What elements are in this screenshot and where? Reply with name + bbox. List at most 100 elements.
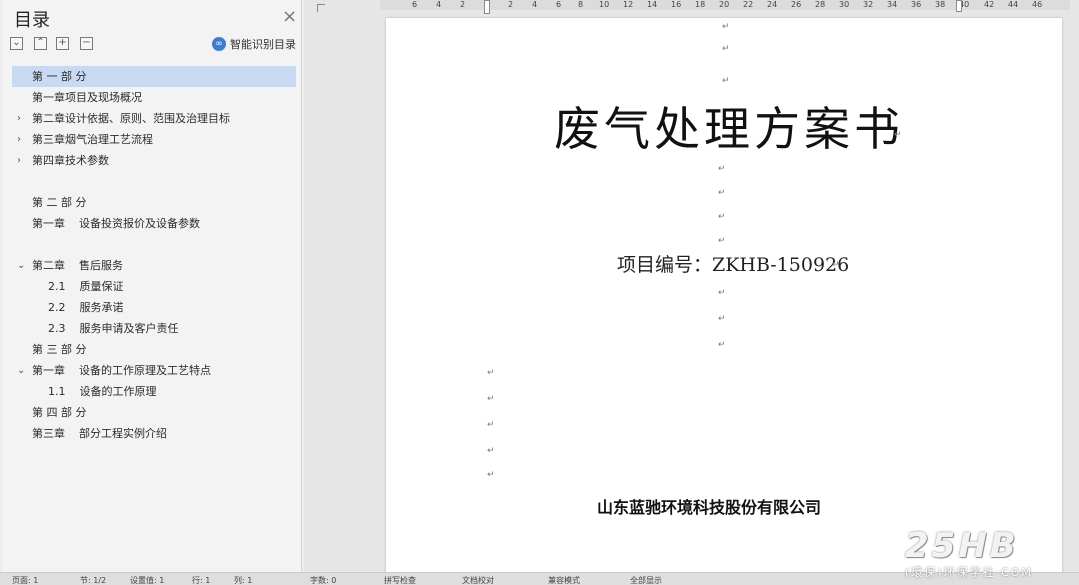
- toc-item-label: 2.2 服务承诺: [48, 301, 124, 314]
- project-number: 项目编号：ZKHB-150926: [617, 254, 850, 276]
- toc-item[interactable]: 2.2 服务承诺: [12, 297, 296, 318]
- paragraph-mark-icon: ↵: [718, 314, 726, 324]
- collapse-arrow-icon[interactable]: ⌄: [17, 360, 27, 381]
- toc-item-label: 第 二 部 分: [32, 196, 87, 209]
- toc-item[interactable]: 第一章项目及现场概况: [12, 87, 296, 108]
- expand-arrow-icon[interactable]: ›: [17, 129, 27, 150]
- ruler-label: 8: [578, 0, 584, 9]
- ruler-label: 32: [863, 0, 874, 9]
- ruler-label: 42: [984, 0, 995, 9]
- paragraph-mark-icon: ↵: [487, 446, 495, 456]
- ruler-label: 34: [887, 0, 898, 9]
- watermark-logo: 25HB: [905, 526, 1019, 566]
- ruler-label: 26: [791, 0, 802, 9]
- toc-item-label: 1.1 设备的工作原理: [48, 385, 157, 398]
- ruler-label: 24: [767, 0, 778, 9]
- ruler-label: 4: [532, 0, 538, 9]
- expand-arrow-icon[interactable]: ›: [17, 108, 27, 129]
- paragraph-mark-icon: ↵: [718, 340, 726, 350]
- ruler-label: 46: [1032, 0, 1043, 9]
- left-indent-handle[interactable]: [484, 0, 490, 14]
- paragraph-mark-icon: ↵: [722, 76, 730, 86]
- toc-item[interactable]: 2.3 服务申请及客户责任: [12, 318, 296, 339]
- document-page[interactable]: ↵ ↵ ↵ 废气处理方案书 ↵ ↵ ↵ ↵ ↵ 项目编号：ZKHB-150926…: [386, 18, 1062, 574]
- watermark-subtext: (環保)环保学社·COM: [905, 566, 1033, 579]
- toc-item-label: 第四章技术参数: [32, 154, 109, 167]
- toc-inner: 目录 × ⌄ ⌃ + − ∞ 智能识别目录 第 一 部 分 第一章项目及现场概况…: [2, 0, 302, 572]
- toc-panel: 目录 × ⌄ ⌃ + − ∞ 智能识别目录 第 一 部 分 第一章项目及现场概况…: [0, 0, 304, 572]
- toc-item[interactable]: 第 四 部 分: [12, 402, 296, 423]
- toc-title: 目录: [14, 10, 50, 31]
- ruler-label: 16: [671, 0, 682, 9]
- toc-item-label: 第二章 售后服务: [32, 259, 123, 272]
- paragraph-mark-icon: ↵: [718, 164, 726, 174]
- company-name: 山东蓝驰环境科技股份有限公司: [597, 498, 822, 517]
- ruler-label: 6: [412, 0, 418, 9]
- toc-item-label: 第三章烟气治理工艺流程: [32, 133, 153, 146]
- paragraph-mark-icon: ↵: [894, 130, 902, 140]
- toc-item[interactable]: 第一章 设备投资报价及设备参数: [12, 213, 296, 234]
- paragraph-mark-icon: ↵: [722, 44, 730, 54]
- toc-item-label: 第一章 设备投资报价及设备参数: [32, 217, 200, 230]
- ruler-label: 30: [839, 0, 850, 9]
- expand-all-icon[interactable]: ⌃: [34, 37, 47, 50]
- ruler-label: 22: [743, 0, 754, 9]
- paragraph-mark-icon: ↵: [718, 236, 726, 246]
- toc-item-label: 第二章设计依据、原则、范围及治理目标: [32, 112, 230, 125]
- toc-item[interactable]: › 第三章烟气治理工艺流程: [12, 129, 296, 150]
- collapse-arrow-icon[interactable]: ⌄: [17, 255, 27, 276]
- toc-item-label: 第 一 部 分: [32, 70, 87, 83]
- paragraph-mark-icon: ↵: [487, 420, 495, 430]
- document-title: 废气处理方案书: [554, 102, 904, 156]
- ruler-label: 6: [556, 0, 562, 9]
- ruler-label: 14: [647, 0, 658, 9]
- toc-item-label: 第 四 部 分: [32, 406, 87, 419]
- smart-recognize-button[interactable]: ∞ 智能识别目录: [212, 36, 296, 52]
- ruler-label: 38: [935, 0, 946, 9]
- toc-item-label: 第三章 部分工程实例介绍: [32, 427, 167, 440]
- toc-item[interactable]: 2.1 质量保证: [12, 276, 296, 297]
- toc-item[interactable]: › 第四章技术参数: [12, 150, 296, 171]
- toc-item[interactable]: › 第二章设计依据、原则、范围及治理目标: [12, 108, 296, 129]
- paragraph-mark-icon: ↵: [722, 22, 730, 32]
- ruler-label: 18: [695, 0, 706, 9]
- paragraph-mark-icon: ↵: [487, 470, 495, 480]
- toc-item-label: 2.1 质量保证: [48, 280, 124, 293]
- toc-item[interactable]: ⌄ 第一章 设备的工作原理及工艺特点: [12, 360, 296, 381]
- toc-item-label: 2.3 服务申请及客户责任: [48, 322, 179, 335]
- toc-item-label: 第一章 设备的工作原理及工艺特点: [32, 364, 211, 377]
- ruler-label: 2: [460, 0, 466, 9]
- ruler-label: 28: [815, 0, 826, 9]
- ruler-label: 2: [508, 0, 514, 9]
- smart-recognize-label: 智能识别目录: [230, 38, 296, 51]
- ruler-label: 4: [436, 0, 442, 9]
- collapse-all-icon[interactable]: ⌄: [10, 37, 23, 50]
- toc-item[interactable]: 第 二 部 分: [12, 192, 296, 213]
- close-icon[interactable]: ×: [282, 8, 297, 26]
- ruler-label: 20: [719, 0, 730, 9]
- smart-recognize-icon: ∞: [212, 37, 226, 51]
- toc-item[interactable]: 第三章 部分工程实例介绍: [12, 423, 296, 444]
- ruler-label: 36: [911, 0, 922, 9]
- ruler-label: 12: [623, 0, 634, 9]
- ruler-corner: [317, 4, 325, 12]
- site-watermark: 25HB (環保)环保学社·COM: [905, 526, 1075, 580]
- paragraph-mark-icon: ↵: [718, 188, 726, 198]
- ruler-label: 10: [599, 0, 610, 9]
- toc-item[interactable]: 1.1 设备的工作原理: [12, 381, 296, 402]
- paragraph-mark-icon: ↵: [487, 368, 495, 378]
- toc-item-label: 第一章项目及现场概况: [32, 91, 142, 104]
- paragraph-mark-icon: ↵: [832, 260, 840, 270]
- paragraph-mark-icon: ↵: [487, 394, 495, 404]
- toc-item[interactable]: 第 一 部 分: [12, 66, 296, 87]
- ruler-label: 44: [1008, 0, 1019, 9]
- add-heading-icon[interactable]: +: [56, 37, 69, 50]
- remove-heading-icon[interactable]: −: [80, 37, 93, 50]
- toc-item[interactable]: 第 三 部 分: [12, 339, 296, 360]
- paragraph-mark-icon: ↵: [718, 212, 726, 222]
- toc-item[interactable]: ⌄ 第二章 售后服务: [12, 255, 296, 276]
- paragraph-mark-icon: ↵: [718, 288, 726, 298]
- toc-item-label: 第 三 部 分: [32, 343, 87, 356]
- expand-arrow-icon[interactable]: ›: [17, 150, 27, 171]
- right-indent-handle[interactable]: [956, 0, 962, 12]
